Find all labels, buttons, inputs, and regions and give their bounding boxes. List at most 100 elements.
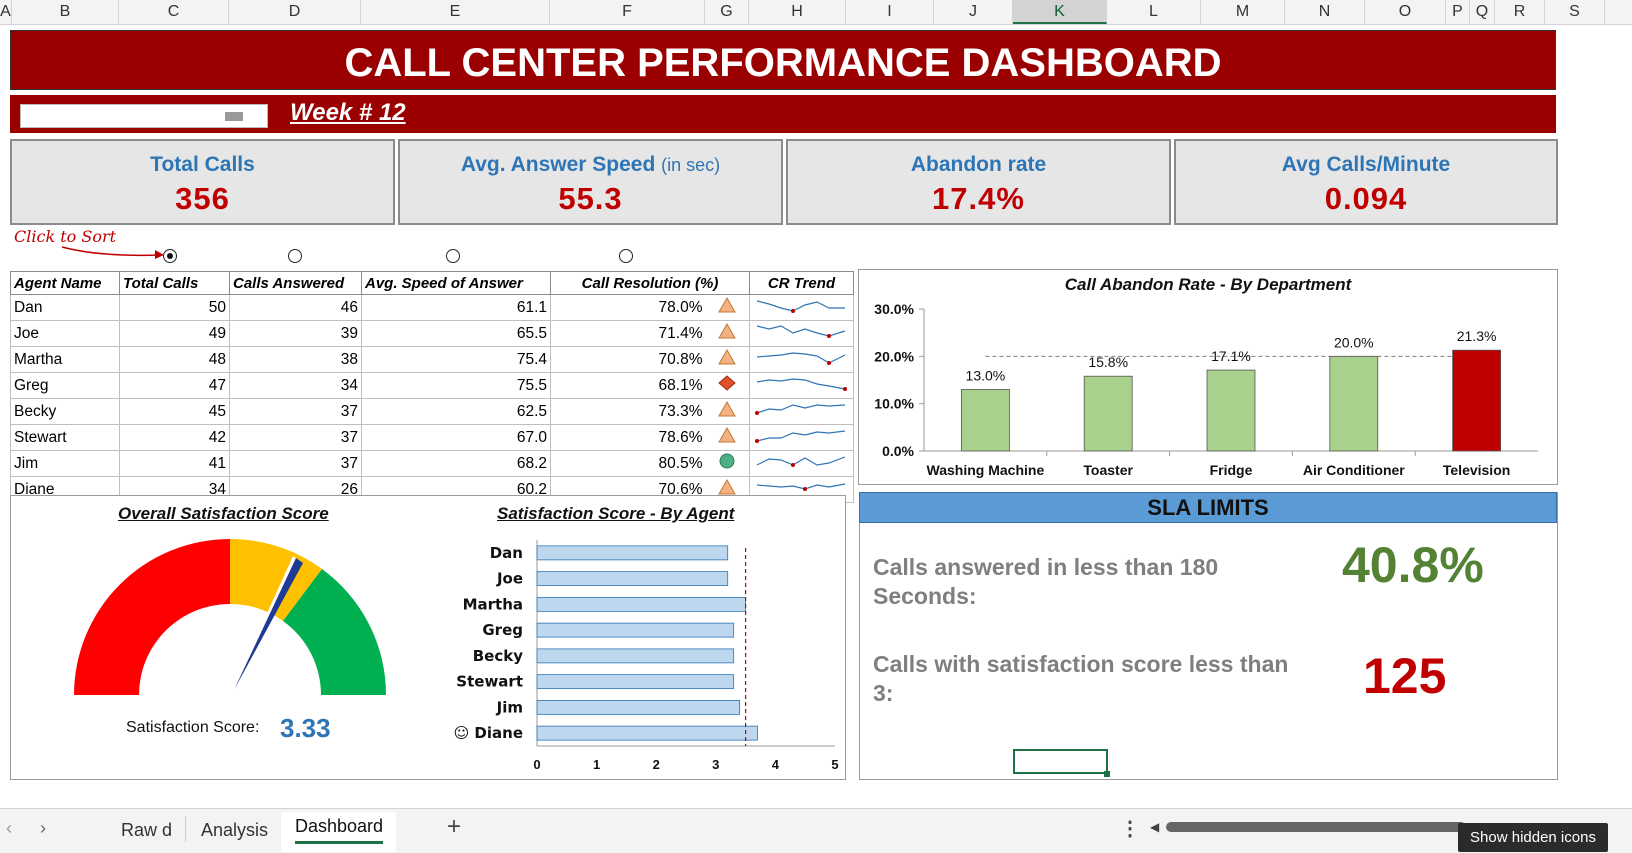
resolution-cell[interactable]: 80.5%: [550, 450, 706, 477]
table-row[interactable]: Becky 45 37 62.5 73.3%: [10, 398, 854, 425]
column-header-m[interactable]: M: [1201, 0, 1285, 24]
kpi-total-calls: Total Calls 356: [10, 139, 395, 225]
warning-triangle-icon: [718, 322, 737, 339]
horizontal-scrollbar[interactable]: [1166, 822, 1466, 832]
header-avg-speed[interactable]: Avg. Speed of Answer: [361, 271, 551, 295]
status-cell[interactable]: [705, 372, 750, 399]
column-header-l[interactable]: L: [1107, 0, 1201, 24]
column-header-e[interactable]: E: [361, 0, 550, 24]
column-header-r[interactable]: R: [1495, 0, 1545, 24]
total-calls-cell[interactable]: 49: [119, 320, 230, 347]
week-selector-combo[interactable]: [20, 104, 268, 128]
total-calls-cell[interactable]: 47: [119, 372, 230, 399]
tab-analysis[interactable]: Analysis: [201, 820, 268, 841]
table-row[interactable]: Martha 48 38 75.4 70.8%: [10, 346, 854, 373]
column-header-s[interactable]: S: [1545, 0, 1605, 24]
total-calls-cell[interactable]: 45: [119, 398, 230, 425]
avg-speed-cell[interactable]: 67.0: [361, 424, 551, 451]
scroll-left-icon[interactable]: ◀: [1150, 820, 1159, 834]
resolution-cell[interactable]: 78.6%: [550, 424, 706, 451]
agent-name-cell[interactable]: Greg: [10, 372, 120, 399]
avg-speed-cell[interactable]: 61.1: [361, 294, 551, 321]
tab-dashboard[interactable]: Dashboard: [295, 816, 384, 844]
status-cell[interactable]: [705, 450, 750, 477]
avg-speed-cell[interactable]: 75.4: [361, 346, 551, 373]
column-header-p[interactable]: P: [1446, 0, 1470, 24]
bar-toaster: [1083, 375, 1133, 452]
sort-radio-calls-answered[interactable]: [288, 249, 302, 263]
agent-name-cell[interactable]: Joe: [10, 320, 120, 347]
total-calls-cell[interactable]: 41: [119, 450, 230, 477]
calls-answered-cell[interactable]: 37: [229, 450, 362, 477]
table-row[interactable]: Jim 41 37 68.2 80.5%: [10, 450, 854, 477]
column-header-b[interactable]: B: [12, 0, 119, 24]
resolution-cell[interactable]: 68.1%: [550, 372, 706, 399]
calls-answered-cell[interactable]: 37: [229, 424, 362, 451]
gauge-label: Satisfaction Score:: [126, 719, 260, 736]
calls-answered-cell[interactable]: 46: [229, 294, 362, 321]
sort-radio-total-calls[interactable]: [163, 249, 177, 263]
calls-answered-cell[interactable]: 39: [229, 320, 362, 347]
column-header-o[interactable]: O: [1365, 0, 1446, 24]
column-header-c[interactable]: C: [119, 0, 229, 24]
resolution-cell[interactable]: 70.8%: [550, 346, 706, 373]
column-header-q[interactable]: Q: [1470, 0, 1495, 24]
status-cell[interactable]: [705, 424, 750, 451]
bar-martha: [536, 596, 747, 612]
column-header-n[interactable]: N: [1285, 0, 1365, 24]
column-header-h[interactable]: H: [749, 0, 846, 24]
table-row[interactable]: Greg 47 34 75.5 68.1%: [10, 372, 854, 399]
total-calls-cell[interactable]: 42: [119, 424, 230, 451]
header-total-calls[interactable]: Total Calls: [119, 271, 230, 295]
calls-answered-cell[interactable]: 37: [229, 398, 362, 425]
column-header-j[interactable]: J: [934, 0, 1013, 24]
agent-name-cell[interactable]: Martha: [10, 346, 120, 373]
column-header-g[interactable]: G: [705, 0, 749, 24]
header-agent-name[interactable]: Agent Name: [10, 271, 120, 295]
selected-cell[interactable]: [1013, 749, 1108, 774]
calls-answered-cell[interactable]: 34: [229, 372, 362, 399]
y-tick-label: 0.0%: [882, 443, 914, 459]
agent-name-cell[interactable]: Jim: [10, 450, 120, 477]
total-calls-cell[interactable]: 50: [119, 294, 230, 321]
avg-speed-cell[interactable]: 75.5: [361, 372, 551, 399]
scroll-tabs-right-icon[interactable]: ›: [40, 818, 46, 839]
column-header-a[interactable]: A: [0, 0, 12, 24]
column-header-i[interactable]: I: [846, 0, 934, 24]
column-header-strip: A B C D E F G H I J K L M N O P Q R S: [0, 0, 1632, 25]
total-calls-cell[interactable]: 48: [119, 346, 230, 373]
column-header-d[interactable]: D: [229, 0, 361, 24]
avg-speed-cell[interactable]: 62.5: [361, 398, 551, 425]
calls-answered-cell[interactable]: 38: [229, 346, 362, 373]
column-header-f[interactable]: F: [550, 0, 705, 24]
resolution-cell[interactable]: 78.0%: [550, 294, 706, 321]
agent-name-cell[interactable]: Dan: [10, 294, 120, 321]
status-cell[interactable]: [705, 398, 750, 425]
avg-speed-cell[interactable]: 65.5: [361, 320, 551, 347]
add-sheet-icon[interactable]: +: [447, 813, 461, 841]
column-header-k[interactable]: K: [1013, 0, 1107, 24]
combo-scroll-icon[interactable]: [225, 112, 243, 121]
avg-speed-cell[interactable]: 68.2: [361, 450, 551, 477]
sla-low-satisfaction-label: Calls with satisfaction score less than …: [873, 651, 1289, 706]
tab-raw-data[interactable]: Raw d: [121, 820, 172, 841]
resolution-cell[interactable]: 73.3%: [550, 398, 706, 425]
table-row[interactable]: Joe 49 39 65.5 71.4%: [10, 320, 854, 347]
header-call-resolution[interactable]: Call Resolution (%): [550, 271, 750, 295]
status-cell[interactable]: [705, 294, 750, 321]
status-cell[interactable]: [705, 346, 750, 373]
agent-name-cell[interactable]: Stewart: [10, 424, 120, 451]
header-calls-answered[interactable]: Calls Answered: [229, 271, 362, 295]
table-row[interactable]: Stewart 42 37 67.0 78.6%: [10, 424, 854, 451]
header-cr-trend[interactable]: CR Trend: [749, 271, 854, 295]
x-tick-label: 3: [712, 757, 719, 772]
sort-radio-avg-speed[interactable]: [446, 249, 460, 263]
status-cell[interactable]: [705, 320, 750, 347]
more-options-icon[interactable]: ⋮: [1120, 816, 1140, 841]
table-row[interactable]: Dan 50 46 61.1 78.0%: [10, 294, 854, 321]
fill-handle[interactable]: [1104, 771, 1110, 777]
sort-radio-call-resolution[interactable]: [619, 249, 633, 263]
scroll-tabs-left-icon[interactable]: ‹: [6, 818, 12, 839]
agent-name-cell[interactable]: Becky: [10, 398, 120, 425]
resolution-cell[interactable]: 71.4%: [550, 320, 706, 347]
